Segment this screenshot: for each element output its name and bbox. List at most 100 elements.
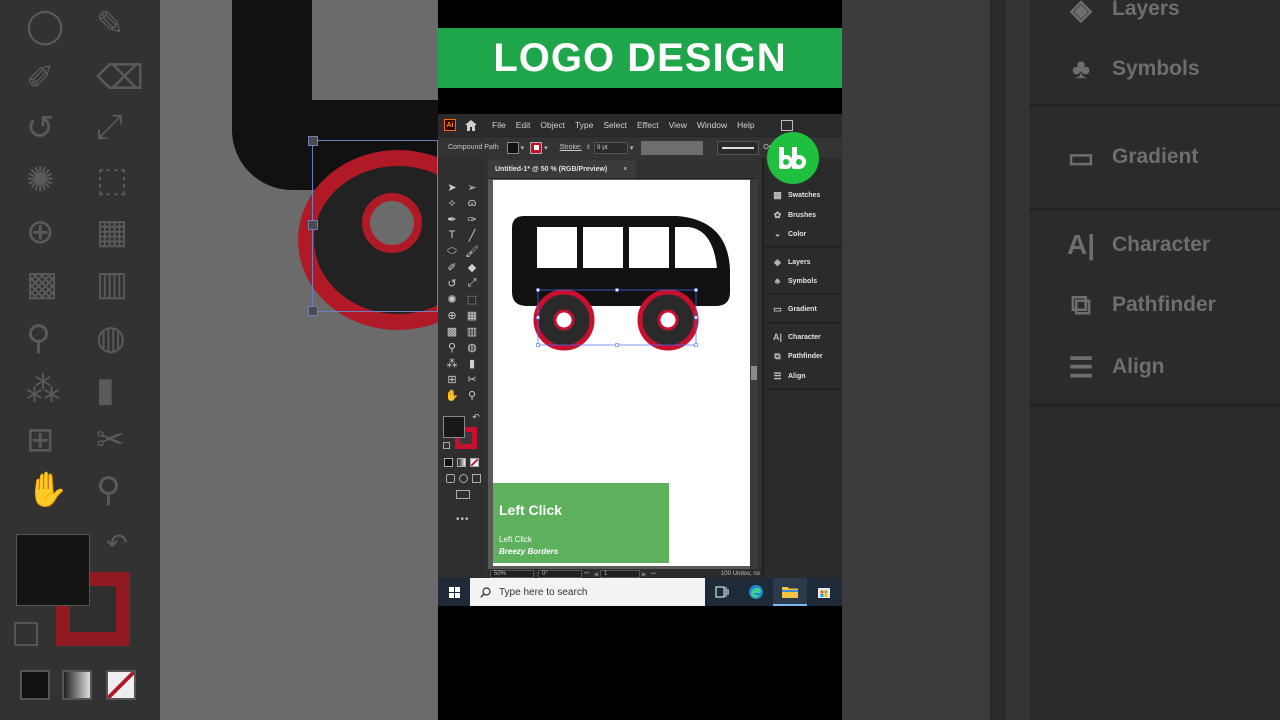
start-button[interactable] [438, 578, 470, 606]
zoom-tool-icon[interactable]: ⚲ [464, 388, 480, 402]
fill-color-swatch[interactable] [506, 141, 519, 154]
chevron-down-icon[interactable]: ▾ [544, 144, 548, 152]
menu-effect[interactable]: Effect [637, 120, 659, 130]
artboard-number-input[interactable]: 1 [600, 570, 641, 578]
panel-gradient[interactable]: ▭ Gradient [772, 304, 817, 314]
gradient-tool-icon[interactable]: ▥ [464, 324, 480, 338]
default-colors-icon[interactable] [443, 442, 450, 449]
arrange-documents-icon[interactable] [780, 119, 793, 131]
home-icon[interactable] [464, 118, 478, 132]
stepper-icon[interactable]: ⇕ [586, 144, 591, 151]
none-mode-icon[interactable] [470, 458, 479, 467]
backdrop-handle [308, 220, 318, 230]
menu-help[interactable]: Help [737, 120, 754, 130]
menu-file[interactable]: File [492, 120, 506, 130]
type-tool-icon[interactable]: T [444, 228, 460, 242]
more-tools-icon[interactable]: ••• [456, 514, 470, 525]
last-artboard-icon[interactable]: ⏭ [651, 571, 656, 578]
line-tool-icon[interactable]: ╱ [464, 228, 480, 242]
wheel-hub [553, 309, 575, 331]
pen-tool-icon[interactable]: ✒ [444, 212, 460, 226]
backdrop-eraser-icon: ⌫ [96, 59, 145, 97]
rotation-dropdown[interactable]: 0° [538, 570, 582, 578]
panel-pathfinder[interactable]: ⧉ Pathfinder [772, 351, 822, 361]
variable-width-dropdown[interactable] [641, 140, 704, 155]
eyedropper-icon[interactable]: ⚲ [444, 340, 460, 354]
first-artboard-icon[interactable]: ⏮ [584, 571, 589, 578]
menu-window[interactable]: Window [697, 120, 727, 130]
brush-definition-dropdown[interactable] [717, 140, 760, 155]
fill-swatch[interactable] [443, 416, 465, 438]
zoom-dropdown[interactable]: 50% [490, 570, 534, 578]
menu-object[interactable]: Object [540, 120, 565, 130]
backdrop-layers-item: ◈ Layers [1064, 0, 1180, 25]
draw-behind-icon[interactable] [459, 474, 468, 483]
paintbrush-icon[interactable]: 🖌 [464, 244, 480, 258]
windows-icon [448, 586, 460, 598]
store-button[interactable] [807, 578, 841, 606]
warp-tool-icon[interactable]: ✺ [444, 292, 460, 306]
task-view-button[interactable] [705, 578, 739, 606]
gradient-mode-icon[interactable] [457, 458, 466, 467]
prev-artboard-icon[interactable]: ◀ [593, 571, 598, 578]
menu-edit[interactable]: Edit [516, 120, 531, 130]
hand-tool-icon[interactable]: ✋ [444, 388, 460, 402]
chevron-down-icon[interactable]: ▾ [630, 144, 634, 152]
panel-character[interactable]: A| Character [772, 332, 821, 342]
brushes-icon: ✿ [773, 209, 782, 220]
document-tab[interactable]: Untitled-1* @ 50 % (RGB/Preview) × [488, 160, 636, 178]
symbol-sprayer-icon[interactable]: ⁂ [444, 356, 460, 370]
menu-type[interactable]: Type [575, 120, 593, 130]
eraser-icon[interactable]: ◆ [464, 260, 480, 274]
stroke-color-swatch[interactable] [530, 141, 543, 154]
panel-brushes[interactable]: ✿ Brushes [772, 210, 816, 220]
panel-swatches[interactable]: ▦ Swatches [772, 190, 820, 200]
close-tab-icon[interactable]: × [623, 166, 627, 173]
mesh-tool-icon[interactable]: ▩ [444, 324, 460, 338]
taskbar-search-input[interactable]: Type here to search [470, 578, 705, 606]
direct-selection-tool-icon[interactable]: ➢ [464, 180, 480, 194]
free-transform-icon[interactable]: ⬚ [464, 292, 480, 306]
shaper-tool-icon[interactable]: ✐ [444, 260, 460, 274]
magic-wand-icon[interactable]: ✧ [444, 196, 460, 210]
panel-color[interactable]: ◒ Color [772, 229, 807, 239]
stroke-label[interactable]: Stroke: [560, 144, 582, 151]
screen-mode-icon[interactable] [456, 490, 470, 499]
shape-builder-icon[interactable]: ⊕ [444, 308, 460, 322]
swap-colors-icon[interactable]: ↶ [468, 410, 484, 424]
selection-tool-icon[interactable]: ➤ [444, 180, 460, 194]
ellipse-tool-icon[interactable]: ⬭ [444, 244, 460, 258]
file-explorer-button[interactable] [773, 578, 807, 606]
backdrop-handle [308, 306, 318, 316]
next-artboard-icon[interactable]: ▶ [642, 571, 647, 578]
menu-view[interactable]: View [669, 120, 687, 130]
channel-logo-badge [767, 132, 819, 184]
lasso-icon[interactable]: ɷ [464, 196, 480, 210]
selection-handle [694, 315, 698, 320]
backdrop-handle [308, 136, 318, 146]
stroke-weight-input[interactable]: 9 pt [593, 141, 628, 154]
artboard-tool-icon[interactable]: ⊞ [444, 372, 460, 386]
backdrop-separator [1030, 104, 1280, 107]
graph-tool-icon[interactable]: ▮ [464, 356, 480, 370]
curvature-tool-icon[interactable]: ✑ [464, 212, 480, 226]
perspective-grid-icon[interactable]: ▦ [464, 308, 480, 322]
panel-align[interactable]: ☰ Align [772, 371, 805, 381]
menu-select[interactable]: Select [603, 120, 627, 130]
color-mode-icon[interactable] [444, 458, 453, 467]
chevron-down-icon[interactable]: ▾ [521, 144, 525, 152]
blend-tool-icon[interactable]: ◍ [464, 340, 480, 354]
gradient-icon: ▭ [773, 303, 782, 314]
rotate-tool-icon[interactable]: ↺ [444, 276, 460, 290]
vertical-scrollbar[interactable] [750, 179, 758, 569]
slice-tool-icon[interactable]: ✂ [464, 372, 480, 386]
panel-symbols[interactable]: ♣ Symbols [772, 276, 818, 286]
panel-layers[interactable]: ◈ Layers [772, 257, 811, 267]
scale-tool-icon[interactable]: ⤢ [464, 276, 480, 290]
draw-inside-icon[interactable] [472, 474, 481, 483]
draw-normal-icon[interactable] [446, 474, 455, 483]
undo-count: 100 Undos; no [720, 571, 760, 577]
edge-button[interactable] [739, 578, 773, 606]
status-bar: 50% 0° ⏮ ◀ 1 ▶ ⏭ 100 Undos; no [488, 569, 762, 578]
backdrop-left: ◯ ✎ ✐ ⌫ ↺ ⤢ ✺ ⬚ ⊕ ▦ ▩ ▥ ⚲ ◍ ⁂ ▮ ⊞ ✂ ✋ ⚲ … [0, 0, 438, 720]
